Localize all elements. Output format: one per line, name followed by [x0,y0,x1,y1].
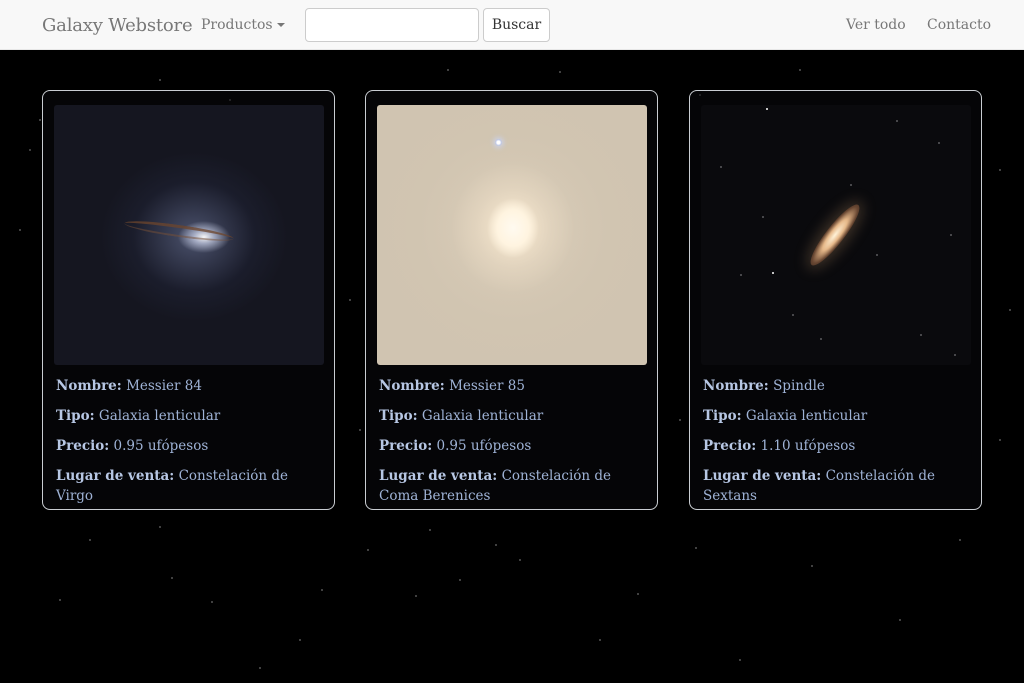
product-type: Galaxia lenticular [98,408,221,424]
product-card[interactable]: Nombre: Messier 84 Tipo: Galaxia lenticu… [42,90,335,510]
price-label: Precio: [56,438,110,454]
product-type-row: Tipo: Galaxia lenticular [379,406,647,426]
product-image[interactable] [377,105,647,365]
name-label: Nombre: [379,378,445,394]
name-label: Nombre: [703,378,769,394]
product-card[interactable]: Nombre: Messier 85 Tipo: Galaxia lenticu… [365,90,658,510]
product-info: Nombre: Messier 85 Tipo: Galaxia lenticu… [379,376,647,516]
product-place-row: Lugar de venta: Constelación de Virgo [56,466,324,506]
galaxy-dust-lane [123,217,235,245]
product-type-row: Tipo: Galaxia lenticular [56,406,324,426]
productos-dropdown[interactable]: Productos [201,17,285,33]
product-image[interactable] [54,105,324,365]
product-image[interactable] [701,105,971,365]
product-place-row: Lugar de venta: Constelación de Sextans [703,466,971,506]
product-type-row: Tipo: Galaxia lenticular [703,406,971,426]
product-info: Nombre: Messier 84 Tipo: Galaxia lenticu… [56,376,324,516]
product-price-row: Precio: 1.10 ufópesos [703,436,971,456]
product-card[interactable]: Nombre: Spindle Tipo: Galaxia lenticular… [689,90,982,510]
caret-down-icon [276,23,285,27]
product-price: 1.10 ufópesos [760,438,856,454]
nav-link-contacto[interactable]: Contacto [927,17,991,33]
foreground-star [495,139,502,146]
galaxy-disk [804,199,866,271]
product-type: Galaxia lenticular [745,408,868,424]
product-name-row: Nombre: Messier 85 [379,376,647,396]
product-price-row: Precio: 0.95 ufópesos [379,436,647,456]
product-type: Galaxia lenticular [421,408,544,424]
productos-dropdown-label: Productos [201,17,273,33]
price-label: Precio: [703,438,757,454]
place-label: Lugar de venta: [379,468,498,484]
type-label: Tipo: [379,408,418,424]
product-name: Spindle [773,378,825,394]
type-label: Tipo: [703,408,742,424]
brand-logo[interactable]: Galaxy Webstore [42,15,193,36]
product-info: Nombre: Spindle Tipo: Galaxia lenticular… [703,376,971,516]
product-name-row: Nombre: Messier 84 [56,376,324,396]
search-input[interactable] [305,8,479,42]
place-label: Lugar de venta: [56,468,175,484]
product-price: 0.95 ufópesos [113,438,209,454]
nav-link-ver-todo[interactable]: Ver todo [846,17,906,33]
navbar: Galaxy Webstore Productos Buscar Ver tod… [0,0,1024,50]
search-button[interactable]: Buscar [483,8,550,42]
product-name: Messier 85 [449,378,525,394]
price-label: Precio: [379,438,433,454]
place-label: Lugar de venta: [703,468,822,484]
name-label: Nombre: [56,378,122,394]
product-name-row: Nombre: Spindle [703,376,971,396]
product-price: 0.95 ufópesos [436,438,532,454]
product-place-row: Lugar de venta: Constelación de Coma Ber… [379,466,647,506]
product-price-row: Precio: 0.95 ufópesos [56,436,324,456]
type-label: Tipo: [56,408,95,424]
product-name: Messier 84 [126,378,202,394]
